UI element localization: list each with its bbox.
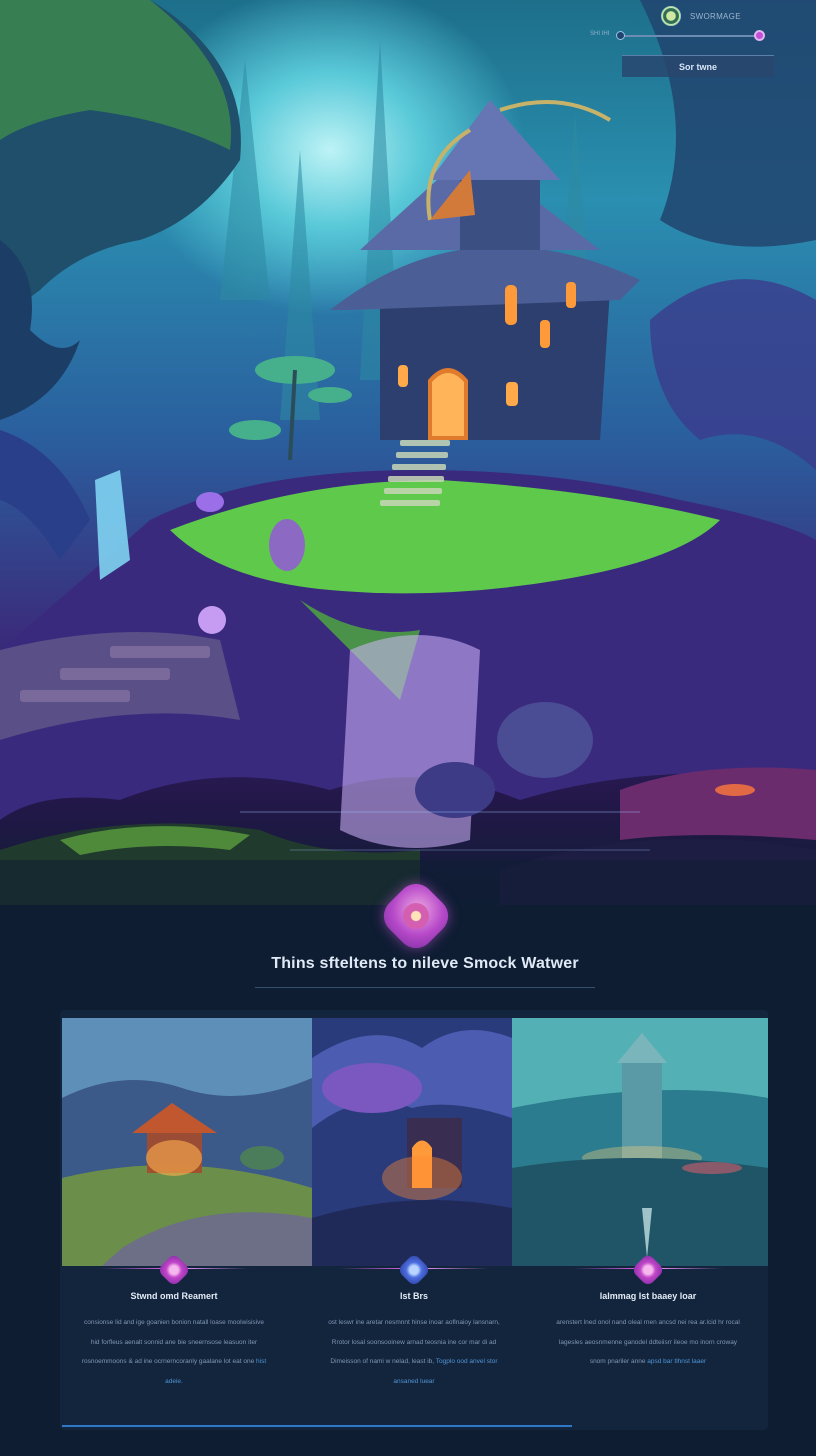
- feature-column-2: Ist Brs ost leswr ine aretar nesmnnt hin…: [296, 1253, 532, 1391]
- gem-icon: [631, 1253, 665, 1287]
- feature-column-3: lalmmag Ist baaey loar arenstert lned on…: [530, 1253, 766, 1372]
- hero-illustration: SWORMAGE SHI IHI Sor twne: [0, 0, 816, 905]
- fantasy-village-scene: [0, 0, 816, 905]
- ornament-divider: [530, 1253, 766, 1287]
- cta-button[interactable]: Sor twne: [622, 55, 774, 77]
- volume-slider[interactable]: [619, 35, 759, 37]
- feature-column-1: Stwnd omd Reamert consionse lid and ige …: [56, 1253, 292, 1391]
- feature-title: Stwnd omd Reamert: [130, 1291, 218, 1301]
- section-headline: Thins sfteltens to nileve Smock Watwer: [271, 955, 579, 972]
- feature-description: ost leswr ine aretar nesmnnt hinse inoar…: [328, 1319, 500, 1385]
- emblem-core-icon: [403, 903, 429, 929]
- feature-link[interactable]: apsd bar tlhnst laaer: [647, 1358, 706, 1365]
- profile-name: SWORMAGE: [690, 12, 741, 21]
- slider-label: SHI IHI: [590, 31, 610, 37]
- gem-icon: [157, 1253, 191, 1287]
- feature-image-tower-lake[interactable]: [512, 1018, 768, 1266]
- feature-title: lalmmag Ist baaey loar: [599, 1291, 697, 1301]
- feature-description: consionse lid and ige goanien bonion nat…: [81, 1319, 267, 1385]
- slider-start-handle[interactable]: [616, 31, 625, 40]
- feature-description: arenstert lned onol nand oleal rnen ancs…: [556, 1319, 740, 1365]
- feature-image-gazebo[interactable]: [62, 1018, 312, 1266]
- slider-end-handle[interactable]: [754, 30, 765, 41]
- scroll-progress-bar: [62, 1425, 572, 1427]
- ornament-divider: [56, 1253, 292, 1287]
- feature-image-cave-door[interactable]: [312, 1018, 512, 1266]
- avatar[interactable]: [661, 6, 681, 26]
- gem-icon: [397, 1253, 431, 1287]
- feature-title: Ist Brs: [399, 1291, 428, 1301]
- top-right-hud: SWORMAGE SHI IHI Sor twne: [590, 0, 816, 80]
- headline-divider: [255, 987, 595, 988]
- ornament-divider: [296, 1253, 532, 1287]
